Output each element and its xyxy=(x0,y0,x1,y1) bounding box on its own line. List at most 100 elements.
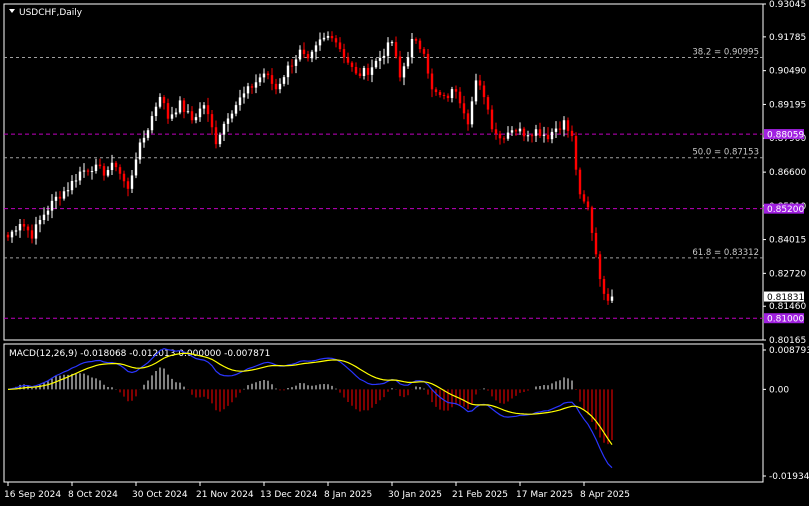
candle-body xyxy=(310,51,314,59)
x-tick-label: 21 Nov 2024 xyxy=(196,490,254,500)
candle-body xyxy=(542,134,546,136)
candle-body xyxy=(110,162,114,171)
candle-body xyxy=(150,116,154,131)
candle-body xyxy=(18,224,22,231)
candle-body xyxy=(478,80,482,86)
candle-body xyxy=(590,207,594,233)
candle-body xyxy=(166,103,170,119)
candle-body xyxy=(158,97,162,107)
candle-body xyxy=(386,42,390,56)
candle-body xyxy=(130,175,134,189)
candle-body xyxy=(322,37,326,40)
candle-body xyxy=(90,171,94,173)
candle-body xyxy=(70,180,74,191)
x-tick-label: 16 Sep 2024 xyxy=(4,490,61,500)
candle-body xyxy=(382,55,386,58)
candle-body xyxy=(42,214,46,221)
candle-body xyxy=(454,89,458,92)
candle-body xyxy=(286,65,290,78)
y-tick-label: 0.93045 xyxy=(769,0,806,10)
x-tick-label: 8 Oct 2024 xyxy=(68,490,118,500)
candle-body xyxy=(318,39,322,46)
candle-body xyxy=(30,230,34,239)
chart-canvas[interactable]: USDCHF,Daily MACD(12,26,9) -0.018068 -0.0… xyxy=(0,0,809,506)
candle-body xyxy=(206,105,210,115)
candle-body xyxy=(574,136,578,170)
candle-body xyxy=(78,171,82,181)
candle-body xyxy=(226,118,230,124)
candle-body xyxy=(566,120,570,131)
candle-body xyxy=(154,106,158,117)
candle-body xyxy=(570,130,574,137)
candle-body xyxy=(126,181,130,189)
candle-body xyxy=(302,49,306,55)
candle-body xyxy=(98,164,102,167)
macd-signal-line xyxy=(7,352,613,445)
candle-body xyxy=(546,134,550,140)
candle-body xyxy=(122,173,126,182)
y-tick-label: 0.84015 xyxy=(769,236,806,246)
candle-body xyxy=(442,95,446,97)
candle-body xyxy=(82,170,86,172)
candle-body xyxy=(246,86,250,94)
candle-body xyxy=(366,67,370,75)
candle-body xyxy=(514,130,518,132)
candle-body xyxy=(606,293,610,301)
fib-level-label: 50.0 = 0.87153 xyxy=(692,148,759,158)
x-tick-label: 13 Dec 2024 xyxy=(260,490,318,500)
candle-body xyxy=(398,56,402,78)
candle-body xyxy=(610,296,614,301)
x-tick-label: 21 Feb 2025 xyxy=(452,490,508,500)
candle-body xyxy=(410,39,414,58)
candle-body xyxy=(202,105,206,109)
candle-body xyxy=(46,210,50,215)
candle-body xyxy=(470,101,474,125)
macd-title: MACD(12,26,9) -0.018068 -0.012013 0.0000… xyxy=(9,349,270,359)
candle-body xyxy=(526,135,530,137)
candle-body xyxy=(86,170,90,172)
candle-body xyxy=(174,112,178,115)
candle-body xyxy=(182,100,186,112)
candle-body xyxy=(530,135,534,137)
candle-body xyxy=(506,132,510,139)
candle-body xyxy=(162,97,166,104)
candle-body xyxy=(290,65,294,67)
candle-body xyxy=(138,142,142,160)
candle-body xyxy=(562,120,566,130)
macd-y-tick-label: 0.008793 xyxy=(769,346,809,356)
candle-body xyxy=(450,89,454,99)
candle-body xyxy=(354,66,358,74)
candle-body xyxy=(338,42,342,50)
candle-body xyxy=(26,226,30,231)
candle-body xyxy=(426,53,430,74)
candle-body xyxy=(334,38,338,43)
candle-body xyxy=(554,128,558,132)
candle-body xyxy=(578,169,582,195)
candle-body xyxy=(238,97,242,106)
candle-body xyxy=(462,103,466,114)
x-tick-label: 17 Mar 2025 xyxy=(516,490,573,500)
candle-body xyxy=(550,131,554,140)
candle-body xyxy=(522,128,526,137)
candle-body xyxy=(266,73,270,76)
candle-body xyxy=(538,129,542,136)
dropdown-triangle-icon[interactable] xyxy=(9,9,15,13)
current-price-label: 0.81831 xyxy=(767,293,804,303)
candle-body xyxy=(394,42,398,57)
candle-body xyxy=(210,114,214,128)
candle-body xyxy=(118,167,122,174)
candle-body xyxy=(350,62,354,67)
candle-body xyxy=(194,117,198,121)
candle-body xyxy=(74,180,78,182)
candle-body xyxy=(414,39,418,41)
candle-body xyxy=(594,232,598,255)
candle-body xyxy=(346,57,350,63)
candle-body xyxy=(178,100,182,113)
candle-body xyxy=(94,164,98,172)
candle-body xyxy=(314,45,318,52)
candle-body xyxy=(402,66,406,78)
candle-body xyxy=(374,60,378,68)
candle-body xyxy=(134,159,138,176)
candle-body xyxy=(102,166,106,176)
macd-y-tick-label: 0.00 xyxy=(769,385,789,395)
